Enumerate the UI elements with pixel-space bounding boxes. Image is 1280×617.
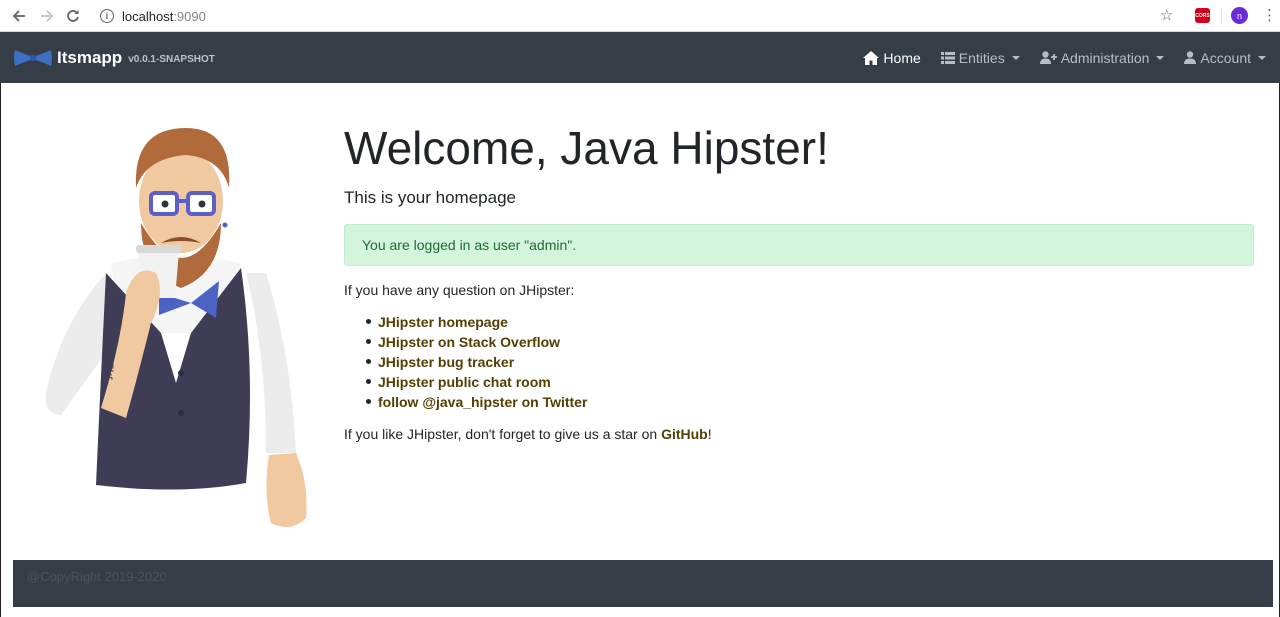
chevron-down-icon [1011,55,1020,60]
question-text: If you have any question on JHipster: [344,281,575,298]
chevron-down-icon [1258,55,1266,60]
brand-version: v0.0.1-SNAPSHOT [128,54,215,65]
info-icon[interactable]: i [100,9,114,23]
chevron-down-icon [1156,55,1165,60]
url-host: localhost [122,8,174,24]
main-content: Welcome, Java Hipster! This is your home… [344,123,1254,456]
page-subtitle: This is your homepage [344,187,516,207]
app-navbar: Itsmapp v0.0.1-SNAPSHOT Home Entities Ad… [0,32,1280,83]
stack-overflow-link[interactable]: JHipster on Stack Overflow [378,332,560,352]
forward-arrow-icon[interactable] [36,5,58,27]
github-link[interactable]: GitHub [661,426,708,442]
nav-entities[interactable]: Entities [940,49,1020,66]
list-item: JHipster bug tracker [366,352,1254,372]
login-status-text: You are logged in as user "admin". [362,236,577,253]
home-icon [863,50,880,65]
nav-administration[interactable]: Administration [1039,49,1165,66]
list-item: follow @java_hipster on Twitter [366,392,1254,412]
chat-room-link[interactable]: JHipster public chat room [378,372,551,392]
back-arrow-icon[interactable] [8,5,30,27]
nav-administration-label: Administration [1060,49,1150,66]
nav-entities-label: Entities [958,49,1005,66]
bowtie-logo-icon [14,50,52,66]
user-icon [1184,51,1197,64]
nav-account[interactable]: Account [1184,50,1266,66]
brand-name: Itsmapp [57,48,123,67]
bug-tracker-link[interactable]: JHipster bug tracker [378,352,514,372]
page-title: Welcome, Java Hipster! [344,122,829,174]
address-bar[interactable]: i localhost:9090 [100,6,206,26]
toolbar-divider [1221,8,1222,24]
copyright-text: @CopyRight 2019-2020 [27,569,167,584]
url-port: :9090 [173,8,206,24]
bookmark-star-icon[interactable]: ☆ [1160,6,1173,24]
links-list: JHipster homepage JHipster on Stack Over… [366,312,1254,412]
list-icon [940,51,955,64]
reload-icon[interactable] [62,5,84,27]
nav-account-label: Account [1200,49,1251,66]
star-text: If you like JHipster, don't forget to gi… [344,426,1254,442]
nav-home-label: Home [883,49,921,66]
list-item: JHipster public chat room [366,372,1254,392]
profile-avatar[interactable]: n [1231,7,1248,24]
browser-toolbar: i localhost:9090 ☆ CORS n ⋮ [0,0,1280,32]
list-item: JHipster homepage [366,312,1254,332]
star-prefix: If you like JHipster, don't forget to gi… [344,425,662,442]
jhipster-homepage-link[interactable]: JHipster homepage [378,312,508,332]
jhipster-mascot-illustration: <jh> [45,128,307,527]
browser-menu-icon[interactable]: ⋮ [1262,6,1277,24]
brand[interactable]: Itsmapp v0.0.1-SNAPSHOT [14,47,215,69]
twitter-link[interactable]: follow @java_hipster on Twitter [378,392,587,412]
star-suffix: ! [707,425,712,442]
login-status-alert: You are logged in as user "admin". [344,223,1254,266]
page-body: <jh> Welcome, Java Hipster! This is your… [0,83,1280,617]
cors-extension-icon[interactable]: CORS [1195,8,1210,23]
user-plus-icon [1039,51,1057,64]
nav-home[interactable]: Home [863,49,921,66]
footer: @CopyRight 2019-2020 [13,560,1273,607]
list-item: JHipster on Stack Overflow [366,332,1254,352]
